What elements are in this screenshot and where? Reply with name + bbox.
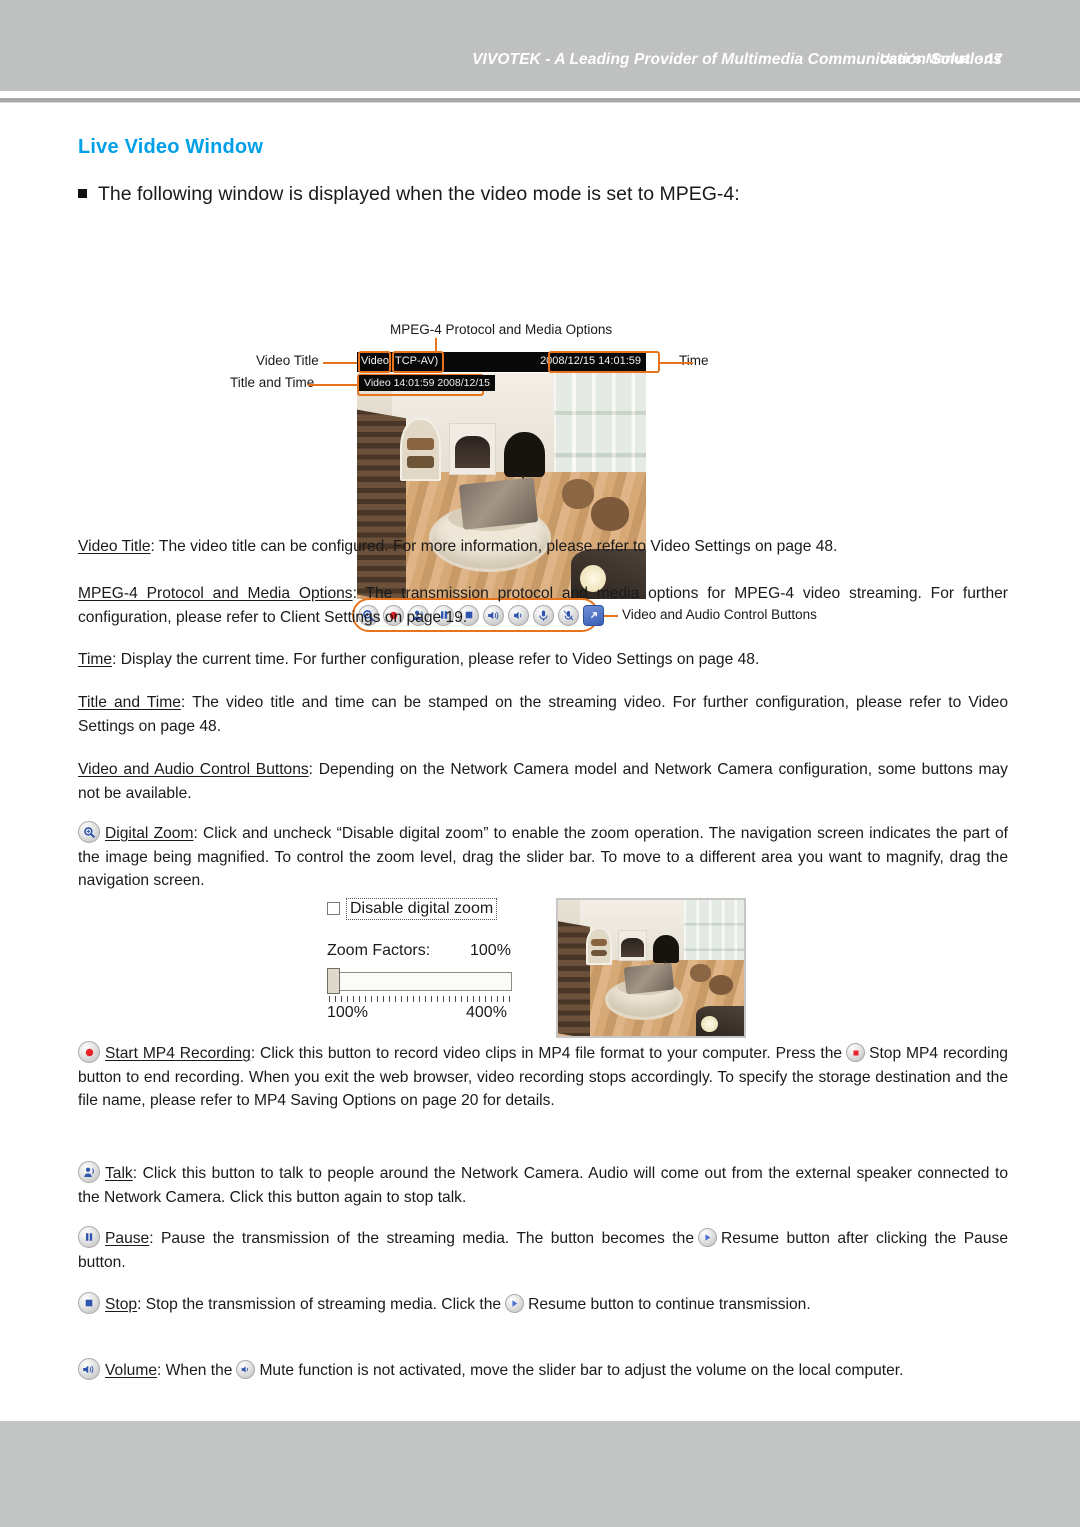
term-title-and-time: Title and Time [78, 694, 181, 711]
navigation-screen-preview[interactable] [556, 898, 746, 1038]
body-mp4-recording-1: : Click this button to record video clip… [250, 1045, 843, 1062]
zoom-slider-thumb[interactable] [327, 968, 340, 994]
paragraph-protocol: MPEG-4 Protocol and Media Options: The t… [78, 582, 1008, 629]
digital-zoom-dialog-figure: Disable digital zoom Zoom Factors: 100% … [0, 898, 1080, 1048]
paragraph-control-buttons: Video and Audio Control Buttons: Dependi… [78, 758, 1008, 805]
paragraph-title-and-time: Title and Time: The video title and time… [78, 691, 1008, 738]
page-footer-text: User's Manual - 17 [879, 50, 1002, 66]
page-header-band [0, 0, 1080, 91]
callout-label-protocol: MPEG-4 Protocol and Media Options [390, 322, 613, 337]
term-talk: Talk [105, 1165, 133, 1182]
term-video-title: Video Title [78, 538, 151, 555]
body-stop-1: : Stop the transmission of streaming med… [137, 1296, 502, 1313]
resume-play-icon [698, 1228, 717, 1247]
callout-label-time: Time [679, 353, 709, 368]
term-volume: Volume [105, 1362, 158, 1379]
term-protocol: MPEG-4 Protocol and Media Options [78, 585, 353, 602]
record-icon [78, 1041, 100, 1063]
live-video-window-figure: MPEG-4 Protocol and Media Options Video … [0, 211, 1080, 632]
stop-icon [78, 1292, 100, 1314]
header-divider-rule-light [0, 102, 1080, 103]
bullet-square-icon [78, 189, 87, 198]
zoom-slider-max-label: 400% [466, 1004, 507, 1021]
body-volume-1: : When the [157, 1362, 233, 1379]
zoom-slider-min-label: 100% [327, 1004, 368, 1021]
callout-label-video-title: Video Title [256, 353, 319, 368]
disable-digital-zoom-checkbox[interactable] [327, 902, 340, 915]
paragraph-stop: Stop: Stop the transmission of streaming… [78, 1292, 1008, 1317]
zoom-slider-track[interactable] [327, 972, 512, 991]
speaker-icon [78, 1358, 100, 1380]
disable-digital-zoom-label: Disable digital zoom [346, 898, 498, 920]
room-scene-illustration-preview [558, 900, 744, 1036]
zoom-slider-ticks [329, 996, 512, 1002]
intro-bullet-line: The following window is displayed when t… [78, 183, 1008, 206]
paragraph-volume: Volume: When the Mute function is not ac… [78, 1358, 1008, 1383]
body-time: : Display the current time. For further … [112, 651, 760, 668]
paragraph-talk: Talk: Click this button to talk to peopl… [78, 1161, 1008, 1209]
live-video-window: Video TCP-AV) 2008/12/15 14:01:59 Video … [357, 352, 646, 599]
body-pause-1: : Pause the transmission of the streamin… [149, 1230, 694, 1247]
speaker-mute-icon [236, 1360, 256, 1379]
zoom-factors-label: Zoom Factors: [327, 942, 431, 959]
body-digital-zoom: : Click and uncheck “Disable digital zoo… [78, 825, 1009, 889]
page-title: Live Video Window [78, 136, 264, 158]
body-stop-2: Resume button to continue transmission. [528, 1296, 811, 1313]
paragraph-time: Time: Display the current time. For furt… [78, 648, 1008, 672]
resume-play-icon-2 [505, 1294, 525, 1313]
page-footer-band [0, 1421, 1080, 1527]
highlight-box-protocol [392, 351, 444, 373]
term-pause: Pause [105, 1230, 150, 1247]
stop-record-icon [846, 1043, 866, 1062]
pause-icon [78, 1226, 100, 1248]
term-control-buttons: Video and Audio Control Buttons [78, 761, 309, 778]
talk-person-icon [78, 1161, 100, 1183]
highlight-box-video-title [358, 351, 391, 373]
magnifier-icon [78, 821, 100, 843]
body-title-and-time: : The video title and time can be stampe… [78, 694, 1008, 735]
video-stream-image: Video 14:01:59 2008/12/15 [357, 373, 646, 599]
paragraph-video-title: Video Title: The video title can be conf… [78, 535, 1008, 559]
term-stop: Stop [105, 1296, 138, 1313]
body-volume-2: Mute function is not activated, move the… [259, 1362, 904, 1379]
paragraph-mp4-recording: Start MP4 Recording: Click this button t… [78, 1041, 1008, 1113]
room-scene-illustration [357, 373, 646, 599]
zoom-factors-value: 100% [470, 942, 511, 959]
term-digital-zoom: Digital Zoom [105, 825, 194, 842]
leader-line-time [660, 362, 693, 364]
leader-line-title-and-time [308, 384, 360, 386]
term-mp4-recording: Start MP4 Recording [105, 1045, 251, 1062]
intro-bullet-text: The following window is displayed when t… [98, 183, 740, 205]
paragraph-digital-zoom: Digital Zoom: Click and uncheck “Disable… [78, 821, 1008, 893]
highlight-box-time [548, 351, 660, 373]
body-video-title: : The video title can be configured. For… [150, 538, 838, 555]
term-time: Time [78, 651, 113, 668]
callout-label-title-and-time: Title and Time [230, 375, 315, 390]
manual-page: VIVOTEK - A Leading Provider of Multimed… [0, 0, 1080, 1527]
body-talk: : Click this button to talk to people ar… [78, 1165, 1008, 1206]
video-title-time-stamp: Video 14:01:59 2008/12/15 [359, 375, 495, 391]
paragraph-pause: Pause: Pause the transmission of the str… [78, 1226, 1008, 1274]
